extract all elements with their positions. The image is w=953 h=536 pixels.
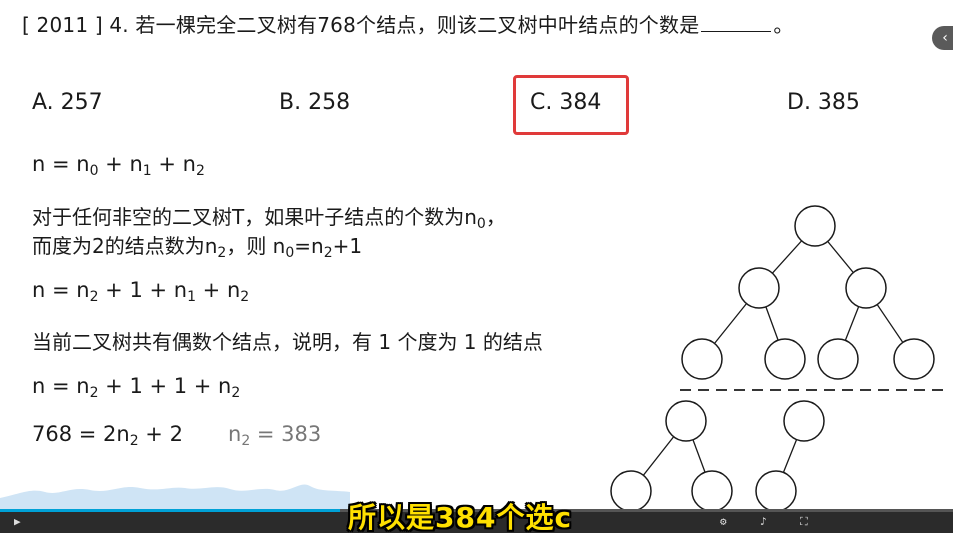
tree-node xyxy=(794,205,836,247)
volume-icon[interactable]: ♪ xyxy=(760,515,767,528)
tree-node xyxy=(665,400,707,442)
tree-node xyxy=(783,400,825,442)
property-line-1: 对于任何非空的二叉树T，如果叶子结点的个数为n0， xyxy=(32,205,506,232)
collapse-sidebar-button[interactable]: ‹ xyxy=(932,26,953,50)
answer-blank xyxy=(701,13,772,32)
tree-node xyxy=(817,338,859,380)
formula-result: n2 = 383 xyxy=(228,422,322,449)
option-a: A. 257 xyxy=(32,90,103,115)
audio-waveform xyxy=(0,484,350,510)
option-b: B. 258 xyxy=(279,90,351,115)
binary-tree-diagram xyxy=(610,205,945,512)
play-icon[interactable]: ▶ xyxy=(14,515,21,528)
formula-768: 768 = 2n2 + 2 xyxy=(32,422,183,449)
formula-with-n1: n = n2 + 1 + 1 + n2 xyxy=(32,374,241,401)
tree-node xyxy=(610,470,652,512)
tree-node xyxy=(691,470,733,512)
tree-node xyxy=(893,338,935,380)
property-line-2: 而度为2的结点数为n2，则 n0=n2+1 xyxy=(32,234,363,261)
answer-highlight-box xyxy=(513,75,629,135)
formula-node-sum: n = n0 + n1 + n2 xyxy=(32,152,205,179)
tree-node xyxy=(738,267,780,309)
question-text: [ 2011 ] 4. 若一棵完全二叉树有768个结点，则该二叉树中叶结点的个数… xyxy=(22,9,794,38)
tree-node xyxy=(764,338,806,380)
question-prefix: [ 2011 ] 4. 若一棵完全二叉树有768个结点，则该二叉树中叶结点的个数… xyxy=(22,13,700,37)
tree-node xyxy=(755,470,797,512)
formula-substituted: n = n2 + 1 + n1 + n2 xyxy=(32,278,250,305)
fullscreen-icon[interactable]: ⛶ xyxy=(800,515,808,529)
chevron-left-icon: ‹ xyxy=(942,30,948,46)
option-d: D. 385 xyxy=(787,90,860,115)
question-suffix: 。 xyxy=(773,13,794,37)
even-nodes-note: 当前二叉树共有偶数个结点，说明，有 1 个度为 1 的结点 xyxy=(32,330,543,354)
tree-node xyxy=(845,267,887,309)
video-subtitle: 所以是384个选c xyxy=(348,501,573,534)
progress-fill xyxy=(0,509,340,512)
tree-node xyxy=(681,338,723,380)
settings-icon[interactable]: ⚙ xyxy=(720,515,727,528)
